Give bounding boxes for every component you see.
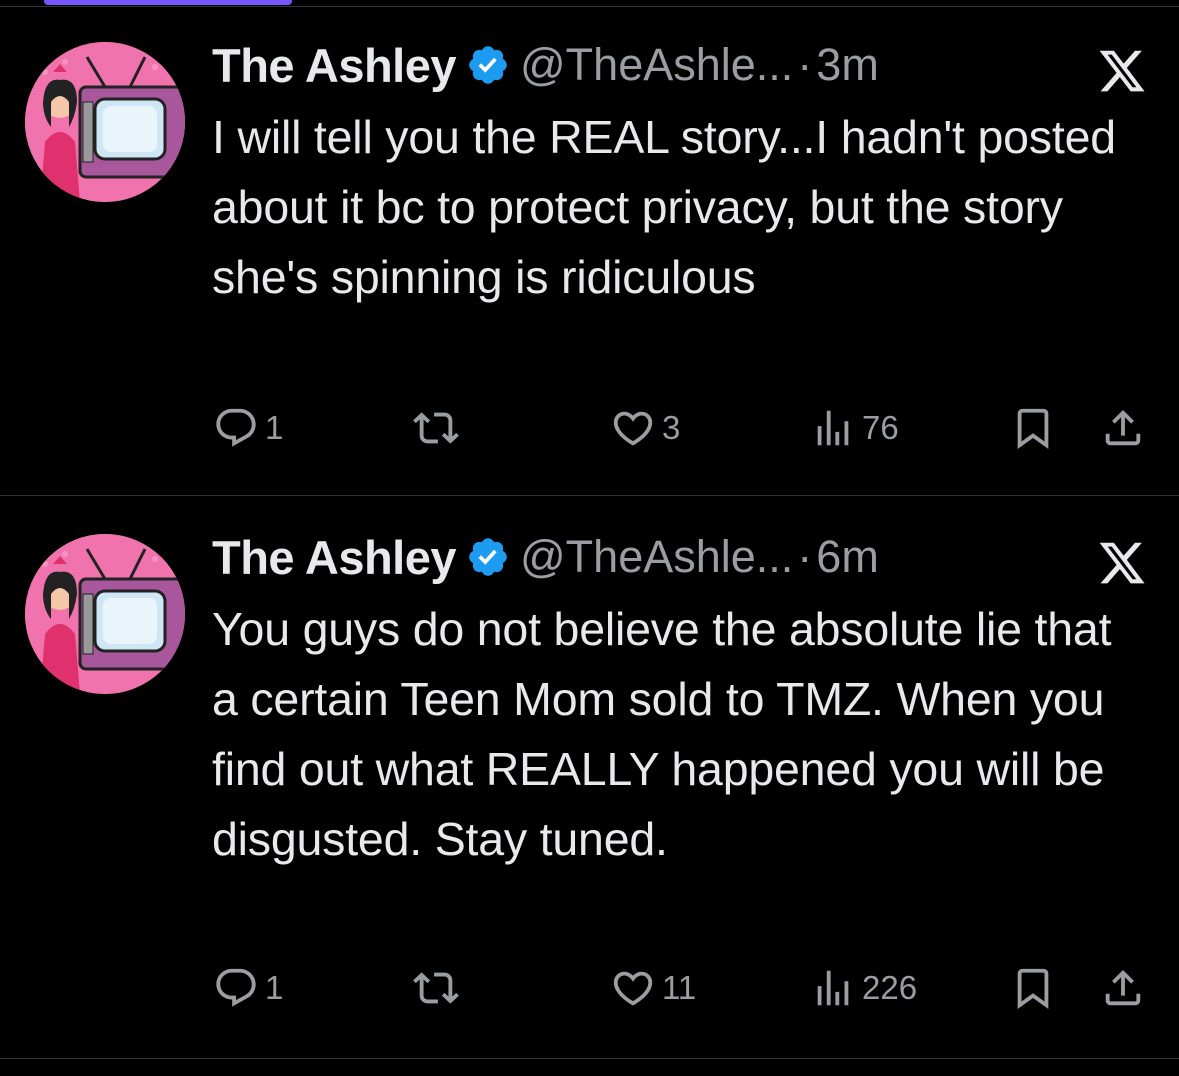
tweet-text: You guys do not believe the absolute lie… xyxy=(212,603,1112,865)
timestamp[interactable]: 3m xyxy=(816,39,879,91)
reply-count: 1 xyxy=(265,969,284,1006)
like-button[interactable]: 11 xyxy=(610,965,696,1011)
tweet-header: The Ashley @TheAshle... · 3m xyxy=(212,35,879,95)
bookmark-button[interactable] xyxy=(1010,965,1056,1011)
bookmark-button[interactable] xyxy=(1010,405,1056,451)
x-logo-icon xyxy=(1099,50,1145,92)
tweet[interactable]: The Ashley @TheAshle... · 3m I will tell… xyxy=(0,39,1179,495)
divider xyxy=(0,1058,1179,1059)
display-name[interactable]: The Ashley xyxy=(212,530,457,585)
action-bar: 1 11 226 xyxy=(0,965,1179,1015)
like-icon xyxy=(613,411,653,446)
reply-button[interactable]: 1 xyxy=(213,965,283,1011)
reply-icon xyxy=(216,408,256,447)
tweet-header: The Ashley @TheAshle... · 6m xyxy=(212,527,879,587)
views-button[interactable]: 226 xyxy=(810,965,917,1011)
share-icon xyxy=(1105,969,1141,1006)
repost-icon xyxy=(413,972,459,1004)
views-count: 226 xyxy=(862,969,918,1006)
divider xyxy=(0,6,1179,7)
like-icon xyxy=(613,971,653,1006)
divider xyxy=(0,495,1179,496)
repost-icon xyxy=(413,412,459,444)
timestamp[interactable]: 6m xyxy=(816,531,879,583)
like-button[interactable]: 3 xyxy=(610,405,680,451)
action-bar: 1 3 76 xyxy=(0,405,1179,455)
separator: · xyxy=(797,39,813,90)
bookmark-icon xyxy=(1017,408,1049,449)
repost-button[interactable] xyxy=(413,405,459,451)
views-button[interactable]: 76 xyxy=(810,405,899,451)
reply-count: 1 xyxy=(265,409,284,446)
like-count: 3 xyxy=(662,409,681,446)
repost-button[interactable] xyxy=(413,965,459,1011)
reply-icon xyxy=(216,968,256,1007)
bookmark-icon xyxy=(1017,968,1049,1009)
avatar[interactable] xyxy=(25,42,185,202)
x-logo-icon xyxy=(1099,542,1145,584)
active-tab-indicator xyxy=(44,0,292,5)
share-button[interactable] xyxy=(1100,405,1146,451)
views-icon xyxy=(817,970,849,1006)
avatar[interactable] xyxy=(25,534,185,694)
verified-badge-icon xyxy=(469,46,507,84)
reply-button[interactable]: 1 xyxy=(213,405,283,451)
share-icon xyxy=(1105,409,1141,446)
like-count: 11 xyxy=(662,969,697,1006)
handle[interactable]: @TheAshle... xyxy=(520,531,793,583)
verified-badge-icon xyxy=(469,538,507,576)
share-button[interactable] xyxy=(1100,965,1146,1011)
tweet-text: I will tell you the REAL story...I hadn'… xyxy=(212,111,1116,303)
views-count: 76 xyxy=(862,409,899,446)
views-icon xyxy=(817,410,849,446)
handle[interactable]: @TheAshle... xyxy=(520,39,793,91)
tweet[interactable]: The Ashley @TheAshle... · 6m You guys do… xyxy=(0,531,1179,1057)
separator: · xyxy=(797,531,813,582)
display-name[interactable]: The Ashley xyxy=(212,38,457,93)
